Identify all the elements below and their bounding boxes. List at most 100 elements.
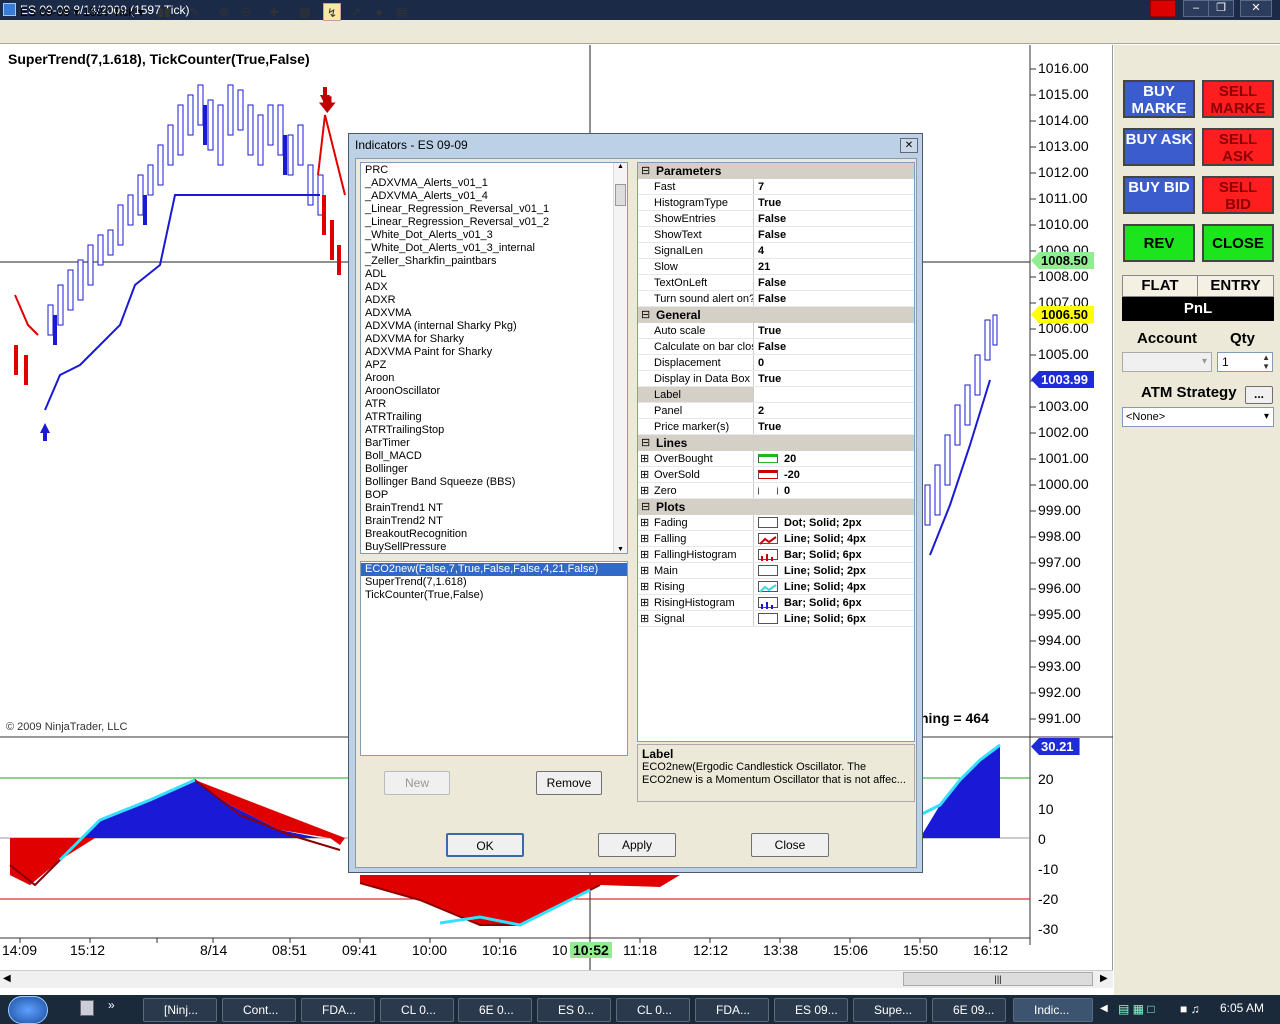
taskbar-button[interactable]: FDA...: [301, 998, 375, 1022]
applied-indicator-item[interactable]: SuperTrend(7,1.618): [361, 576, 627, 589]
property-value[interactable]: 0: [784, 483, 790, 499]
expand-icon[interactable]: ⊞: [640, 467, 649, 482]
indicator-list-item[interactable]: Bollinger: [361, 463, 627, 476]
property-row[interactable]: ⊞ Falling Line; Solid; 4px: [638, 531, 914, 547]
indicator-list-scrollbar[interactable]: ▲ ▼: [613, 163, 627, 553]
indicator-list-item[interactable]: ATRTrailing: [361, 411, 627, 424]
property-row[interactable]: Turn sound alert on? False: [638, 291, 914, 307]
buy-market-button[interactable]: BUY MARKE: [1123, 80, 1195, 118]
bar-type-icon[interactable]: ▮▮: [155, 3, 173, 21]
taskbar-button[interactable]: Indic...: [1013, 998, 1093, 1022]
properties-grid[interactable]: ⊟ Parameters Fast 7 HistogramType True ShowEnt…: [637, 162, 915, 742]
sell-market-button[interactable]: SELL MARKE: [1202, 80, 1274, 118]
indicator-list-item[interactable]: ADX: [361, 281, 627, 294]
indicator-list-item[interactable]: _ADXVMA_Alerts_v01_1: [361, 177, 627, 190]
scroll-right-arrow[interactable]: ▶: [1100, 973, 1108, 984]
indicator-list-item[interactable]: ADL: [361, 268, 627, 281]
zoom-in-icon[interactable]: ⊕: [215, 3, 233, 21]
indicator-list-item[interactable]: ADXVMA Paint for Sharky: [361, 346, 627, 359]
taskbar-button[interactable]: ES 09...: [774, 998, 848, 1022]
indicator-list-item[interactable]: ATRTrailingStop: [361, 424, 627, 437]
property-row[interactable]: ⊞ FallingHistogram Bar; Solid; 6px: [638, 547, 914, 563]
property-value[interactable]: False: [758, 339, 786, 355]
atm-strategy-select[interactable]: <None> ▾: [1122, 407, 1274, 427]
property-value[interactable]: Line; Solid; 4px: [784, 579, 866, 595]
property-value[interactable]: Bar; Solid; 6px: [784, 595, 862, 611]
property-row[interactable]: SignalLen 4: [638, 243, 914, 259]
property-row[interactable]: ⊞ Fading Dot; Solid; 2px: [638, 515, 914, 531]
collapse-icon[interactable]: ⊟: [641, 307, 650, 323]
applied-indicator-item[interactable]: TickCounter(True,False): [361, 589, 627, 602]
property-category[interactable]: ⊟ Lines: [638, 435, 914, 451]
expand-icon[interactable]: ⊞: [640, 515, 649, 530]
restore-button[interactable]: ❐: [1208, 0, 1234, 17]
expand-icon[interactable]: ⊞: [640, 547, 649, 562]
indicator-list-item[interactable]: ADXVMA (internal Sharky Pkg): [361, 320, 627, 333]
data-box-icon[interactable]: ▤: [393, 3, 411, 21]
close-window-button[interactable]: ✕: [1240, 0, 1272, 17]
crosshair-icon[interactable]: ✚: [265, 3, 283, 21]
zoom-out-icon[interactable]: ⊖: [237, 3, 255, 21]
indicator-list-item[interactable]: _Linear_Regression_Reversal_v01_2: [361, 216, 627, 229]
account-select[interactable]: ▾: [1122, 352, 1212, 372]
indicator-list-item[interactable]: ADXVMA for Sharky: [361, 333, 627, 346]
property-row[interactable]: Display in Data Box True: [638, 371, 914, 387]
record-icon[interactable]: ●: [370, 3, 388, 21]
ok-button[interactable]: OK: [446, 833, 524, 857]
property-row[interactable]: TextOnLeft False: [638, 275, 914, 291]
expand-icon[interactable]: ⊞: [640, 611, 649, 626]
property-value[interactable]: 2: [758, 403, 764, 419]
expand-icon[interactable]: ⊞: [640, 483, 649, 498]
indicator-list-item[interactable]: Bollinger Band Squeeze (BBS): [361, 476, 627, 489]
period-selector[interactable]: 1597 Tick ▾: [83, 4, 144, 20]
property-value[interactable]: True: [758, 419, 781, 435]
quick-launch-icon[interactable]: [80, 1000, 94, 1016]
property-value[interactable]: Line; Solid; 4px: [784, 531, 866, 547]
expand-icon[interactable]: ⊞: [640, 595, 649, 610]
property-row[interactable]: Slow 21: [638, 259, 914, 275]
close-position-button[interactable]: CLOSE: [1202, 224, 1274, 262]
indicator-list-item[interactable]: PRC: [361, 164, 627, 177]
taskbar-button[interactable]: ES 0...: [537, 998, 611, 1022]
property-row[interactable]: ⊞ Rising Line; Solid; 4px: [638, 579, 914, 595]
properties-icon[interactable]: ▦: [296, 3, 314, 21]
property-category[interactable]: ⊟ Plots: [638, 499, 914, 515]
tray-expand-icon[interactable]: ◀: [1100, 1003, 1108, 1014]
property-row[interactable]: ShowEntries False: [638, 211, 914, 227]
apply-button[interactable]: Apply: [598, 833, 676, 857]
property-row[interactable]: Displacement 0: [638, 355, 914, 371]
property-value[interactable]: False: [758, 275, 786, 291]
indicator-list-item[interactable]: _White_Dot_Alerts_v01_3: [361, 229, 627, 242]
system-clock[interactable]: 6:05 AM: [1220, 1001, 1264, 1015]
property-value[interactable]: True: [758, 323, 781, 339]
property-row[interactable]: Price marker(s) True: [638, 419, 914, 435]
taskbar-button[interactable]: 6E 09...: [932, 998, 1006, 1022]
indicator-list-item[interactable]: ATR: [361, 398, 627, 411]
property-value[interactable]: 4: [758, 243, 764, 259]
property-value[interactable]: False: [758, 211, 786, 227]
sell-ask-button[interactable]: SELL ASK: [1202, 128, 1274, 166]
property-row[interactable]: ⊞ RisingHistogram Bar; Solid; 6px: [638, 595, 914, 611]
property-category[interactable]: ⊟ Parameters: [638, 163, 914, 179]
taskbar-button[interactable]: CL 0...: [616, 998, 690, 1022]
new-indicator-button[interactable]: New: [384, 771, 450, 795]
quick-launch-overflow-icon[interactable]: »: [108, 998, 115, 1012]
buy-ask-button[interactable]: BUY ASK: [1123, 128, 1195, 166]
indicator-list-item[interactable]: BarTimer: [361, 437, 627, 450]
sell-bid-button[interactable]: SELL BID: [1202, 176, 1274, 214]
property-row[interactable]: Calculate on bar close False: [638, 339, 914, 355]
property-value[interactable]: Dot; Solid; 2px: [784, 515, 862, 531]
taskbar-button[interactable]: Supe...: [853, 998, 927, 1022]
expand-icon[interactable]: ⊞: [640, 579, 649, 594]
property-row[interactable]: ⊞ Signal Line; Solid; 6px: [638, 611, 914, 627]
buy-bid-button[interactable]: BUY BID: [1123, 176, 1195, 214]
taskbar-button[interactable]: CL 0...: [380, 998, 454, 1022]
indicator-list-item[interactable]: ADXVMA: [361, 307, 627, 320]
property-row[interactable]: Label: [638, 387, 914, 403]
indicator-list-item[interactable]: _Linear_Regression_Reversal_v01_1: [361, 203, 627, 216]
property-row[interactable]: Auto scale True: [638, 323, 914, 339]
taskbar-button[interactable]: 6E 0...: [458, 998, 532, 1022]
property-value[interactable]: False: [758, 227, 786, 243]
start-button[interactable]: [8, 996, 48, 1024]
indicator-list-item[interactable]: ADXR: [361, 294, 627, 307]
